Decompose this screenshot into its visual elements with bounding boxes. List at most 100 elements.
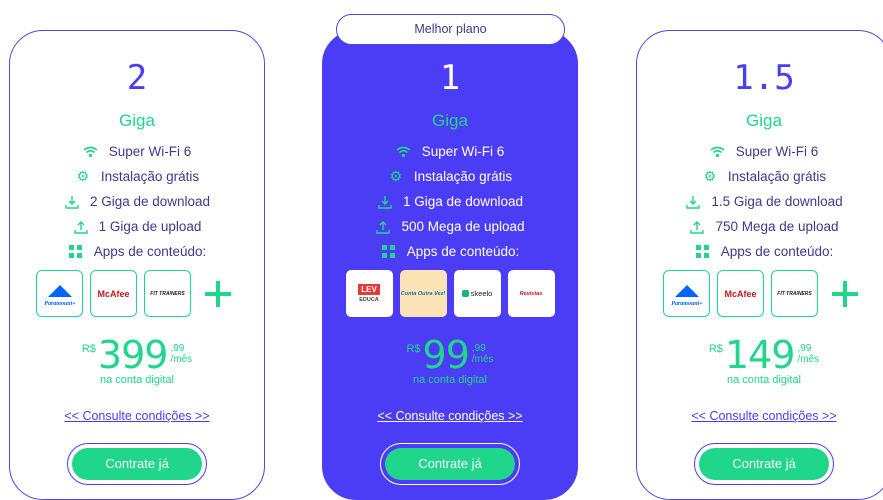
apps-grid-icon (695, 244, 711, 260)
paramount-wordmark: Paramount+ (44, 301, 76, 307)
feature-install: ⚙ Instalação grátis (323, 164, 577, 189)
cta-ring: Contrate já (67, 443, 207, 485)
skeelo-mark (461, 290, 469, 297)
cta-ring: Contrate já (694, 443, 834, 485)
gear-icon: ⚙ (76, 168, 90, 184)
feature-install: ⚙ Instalação grátis (637, 164, 883, 189)
app-conta-outra-vez-logo: Conta Outra Vez! (399, 270, 447, 317)
plan-card-2-giga: 2 Giga Super Wi-Fi 6 ⚙ Instalação grátis … (9, 30, 265, 500)
app-skeelo-logo: skeelo (453, 270, 501, 317)
plan-speed: 2 (126, 58, 148, 98)
feature-download: 1.5 Giga de download (637, 189, 883, 214)
contract-button[interactable]: Contrate já (699, 448, 829, 480)
app-logos: Paramount+ McAfee FIT TRAINERS (637, 270, 883, 317)
feature-apps: Apps de conteúdo: (637, 239, 883, 264)
apps-grid-icon (68, 244, 84, 260)
feature-label: Instalação grátis (413, 169, 513, 184)
download-icon (64, 194, 80, 210)
price-suffix: ,99/mês (797, 343, 819, 365)
app-logos: Paramount+ McAfee FIT TRAINERS (10, 270, 264, 317)
plan-speed: 1 (439, 58, 461, 98)
educa-mark: EDUCA (359, 297, 379, 303)
gear-icon: ⚙ (703, 168, 717, 184)
cta-ring: Contrate já (380, 443, 520, 485)
price-cents: ,99 (170, 343, 185, 354)
feature-list: Super Wi-Fi 6 ⚙ Instalação grátis 1 Giga … (323, 139, 577, 264)
conditions-link[interactable]: << Consulte condições >> (637, 409, 883, 423)
app-mcafee-logo: McAfee (717, 270, 764, 317)
feature-label: Super Wi-Fi 6 (108, 144, 192, 159)
app-fit-trainers-logo: FIT TRAINERS (144, 270, 191, 317)
price-note: na conta digital (413, 374, 487, 386)
plan-unit: Giga (119, 111, 155, 130)
paramount-wordmark: Paramount+ (671, 301, 703, 307)
plan-unit: Giga (432, 111, 468, 130)
feature-label: 500 Mega de upload (401, 219, 525, 234)
feature-upload: 750 Mega de upload (637, 214, 883, 239)
upload-icon (375, 219, 391, 235)
feature-label: 1 Giga de download (402, 194, 524, 209)
feature-apps: Apps de conteúdo: (323, 239, 577, 264)
app-revistas-logo: Revistas (507, 270, 555, 317)
price-currency: R$ (81, 343, 96, 355)
price-currency: R$ (406, 343, 421, 355)
plan-card-1-giga: 1 Giga Super Wi-Fi 6 ⚙ Instalação grátis … (322, 30, 578, 500)
contract-button[interactable]: Contrate já (385, 448, 515, 480)
apps-grid-icon (381, 244, 397, 260)
feature-download: 1 Giga de download (323, 189, 577, 214)
price-currency: R$ (708, 343, 723, 355)
download-icon (377, 194, 393, 210)
feature-list: Super Wi-Fi 6 ⚙ Instalação grátis 1.5 Gig… (637, 139, 883, 264)
app-logos: LEV EDUCA Conta Outra Vez! skeelo Revista… (323, 270, 577, 317)
plan-speed: 1.5 (733, 58, 795, 98)
price-block: R$ 149 ,99/mês (637, 333, 883, 377)
contract-button[interactable]: Contrate já (72, 448, 202, 480)
feature-upload: 500 Mega de upload (323, 214, 577, 239)
feature-label: Apps de conteúdo: (93, 244, 207, 259)
price-cents: ,99 (471, 343, 486, 354)
wifi-icon (83, 144, 99, 160)
price-amount: 399 (97, 333, 169, 377)
feature-label: Instalação grátis (727, 169, 827, 184)
feature-apps: Apps de conteúdo: (10, 239, 264, 264)
plan-unit: Giga (746, 111, 782, 130)
price-block: R$ 399 ,99/mês (10, 333, 264, 377)
best-plan-badge: Melhor plano (336, 14, 565, 45)
app-paramount-logo: Paramount+ (663, 270, 710, 317)
feature-install: ⚙ Instalação grátis (10, 164, 264, 189)
feature-label: 2 Giga de download (89, 194, 211, 209)
price-period: /mês (471, 354, 494, 365)
feature-list: Super Wi-Fi 6 ⚙ Instalação grátis 2 Giga … (10, 139, 264, 264)
feature-label: 1.5 Giga de download (711, 194, 843, 209)
plans-page: { "badge": "Melhor plano", "plans": [ { … (0, 0, 883, 500)
gear-icon: ⚙ (389, 168, 403, 184)
conditions-link[interactable]: << Consulte condições >> (10, 409, 264, 423)
feature-label: Super Wi-Fi 6 (735, 144, 819, 159)
app-mcafee-logo: McAfee (90, 270, 137, 317)
feature-label: Apps de conteúdo: (406, 244, 520, 259)
price-suffix: ,99/mês (472, 343, 494, 365)
feature-wifi: Super Wi-Fi 6 (637, 139, 883, 164)
lev-mark: LEV (358, 284, 380, 295)
upload-icon (73, 219, 89, 235)
price-period: /mês (797, 354, 820, 365)
feature-label: 1 Giga de upload (98, 219, 202, 234)
feature-label: Instalação grátis (100, 169, 200, 184)
conditions-link[interactable]: << Consulte condições >> (323, 409, 577, 423)
plan-card-1-5-giga: 1.5 Giga Super Wi-Fi 6 ⚙ Instalação gráti… (636, 30, 883, 500)
app-lev-educa-logo: LEV EDUCA (345, 270, 393, 317)
app-fit-trainers-logo: FIT TRAINERS (771, 270, 818, 317)
price-note: na conta digital (727, 374, 801, 386)
feature-wifi: Super Wi-Fi 6 (323, 139, 577, 164)
upload-icon (689, 219, 705, 235)
price-period: /mês (170, 354, 193, 365)
plus-icon (825, 270, 865, 317)
plus-icon (198, 270, 238, 317)
feature-label: Apps de conteúdo: (720, 244, 834, 259)
price-cents: ,99 (797, 343, 812, 354)
price-block: R$ 99 ,99/mês (323, 333, 577, 377)
feature-upload: 1 Giga de upload (10, 214, 264, 239)
feature-download: 2 Giga de download (10, 189, 264, 214)
download-icon (685, 194, 701, 210)
price-amount: 99 (422, 333, 470, 377)
